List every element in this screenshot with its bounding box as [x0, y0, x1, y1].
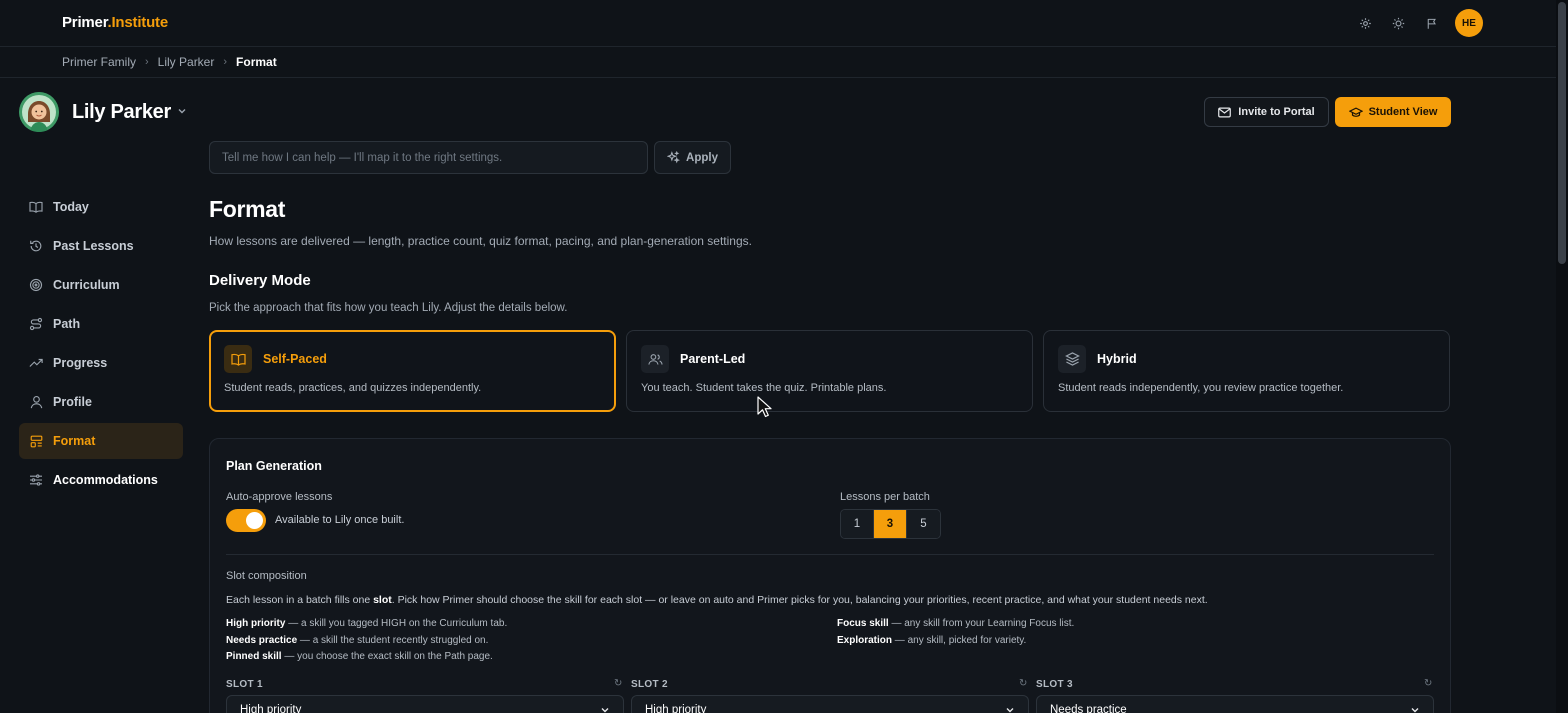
invite-to-portal-button[interactable]: Invite to Portal [1204, 97, 1329, 127]
legend-item: Exploration — any skill, picked for vari… [837, 634, 1027, 646]
sidebar-item-format[interactable]: Format [19, 423, 183, 459]
chevron-down-icon [1411, 708, 1419, 713]
mode-name: Hybrid [1097, 352, 1137, 366]
student-name: Lily Parker [72, 100, 171, 123]
user-avatar[interactable]: HE [1455, 9, 1483, 37]
plan-generation-title: Plan Generation [226, 459, 322, 473]
flag-icon[interactable] [1422, 14, 1441, 33]
mode-card-hybrid[interactable]: Hybrid Student reads independently, you … [1043, 330, 1450, 412]
mode-card-self-paced[interactable]: Self-Paced Student reads, practices, and… [209, 330, 616, 412]
slot-legend-right: Focus skill — any skill from your Learni… [837, 616, 1074, 649]
breadcrumb-student[interactable]: Lily Parker [158, 55, 215, 69]
target-icon [29, 278, 43, 292]
legend-item: Focus skill — any skill from your Learni… [837, 618, 1075, 629]
sidebar-item-progress[interactable]: Progress [19, 345, 183, 381]
route-icon [29, 317, 43, 331]
apply-button[interactable]: Apply [654, 141, 731, 174]
sparkles-icon [667, 151, 681, 164]
breadcrumb-current: Format [236, 55, 277, 69]
slot-1-select[interactable]: High priority [226, 695, 624, 713]
sidebar-item-today[interactable]: Today [19, 189, 183, 225]
legend-item: Needs practice — a skill the student rec… [226, 634, 489, 646]
assistant-input[interactable] [209, 141, 648, 174]
chevron-right-icon: › [223, 56, 228, 68]
sliders-icon [29, 473, 43, 487]
sidebar-nav: Today Past Lessons Curriculum Path Progr… [19, 189, 183, 501]
gear-icon[interactable] [1356, 14, 1375, 33]
slot-composition-description: Each lesson in a batch fills one slot. P… [226, 594, 1208, 606]
reset-icon[interactable]: ↻ [614, 678, 622, 689]
mode-name: Parent-Led [680, 352, 746, 366]
mail-icon [1218, 107, 1232, 117]
mode-description: Student reads, practices, and quizzes in… [224, 382, 482, 394]
batch-option-5[interactable]: 5 [907, 510, 940, 538]
open-book-icon [224, 345, 252, 373]
users-icon [641, 345, 669, 373]
logo[interactable]: Primer.Institute [62, 14, 168, 31]
page-title: Format [209, 196, 286, 222]
slot-2-select[interactable]: High priority [631, 695, 1029, 713]
breadcrumb: Primer Family › Lily Parker › Format [0, 47, 1556, 78]
sidebar-item-accommodations[interactable]: Accommodations [19, 462, 183, 498]
chevron-right-icon: › [145, 56, 149, 68]
scrollbar-thumb[interactable] [1558, 2, 1566, 264]
breadcrumb-family[interactable]: Primer Family [62, 55, 136, 69]
sidebar-item-curriculum[interactable]: Curriculum [19, 267, 183, 303]
student-view-button[interactable]: Student View [1335, 97, 1451, 127]
sidebar-item-path[interactable]: Path [19, 306, 183, 342]
student-avatar [19, 92, 59, 132]
layers-icon [1058, 345, 1086, 373]
lessons-per-batch-label: Lessons per batch [840, 491, 930, 503]
history-icon [29, 239, 43, 253]
slot-legend-left: High priority — a skill you tagged HIGH … [226, 616, 507, 666]
reset-icon[interactable]: ↻ [1424, 678, 1432, 689]
top-icons: HE [1356, 9, 1483, 37]
slot-3-label: SLOT 3 [1036, 679, 1073, 690]
chevron-down-icon [1006, 708, 1014, 713]
page-description: How lessons are delivered — length, prac… [209, 234, 752, 248]
auto-approve-toggle[interactable] [226, 509, 266, 532]
divider [226, 554, 1434, 555]
slot-composition-title: Slot composition [226, 570, 307, 582]
top-bar: Primer.Institute HE [0, 0, 1556, 47]
plan-generation-panel: Plan Generation Auto-approve lessons Ava… [209, 438, 1451, 713]
user-icon [29, 395, 43, 409]
legend-item: High priority — a skill you tagged HIGH … [226, 618, 508, 629]
slot-1-label: SLOT 1 [226, 679, 263, 690]
sidebar-item-profile[interactable]: Profile [19, 384, 183, 420]
chevron-down-icon [177, 106, 187, 119]
mouse-cursor-icon [757, 396, 773, 423]
delivery-mode-title: Delivery Mode [209, 272, 311, 289]
layout-icon [29, 434, 43, 448]
graduation-cap-icon [1348, 106, 1363, 117]
sidebar-item-past-lessons[interactable]: Past Lessons [19, 228, 183, 264]
auto-approve-label: Auto-approve lessons [226, 491, 333, 503]
student-switcher[interactable]: Lily Parker [19, 92, 187, 132]
book-icon [29, 200, 43, 214]
legend-item: Pinned skill — you choose the exact skil… [226, 651, 493, 662]
chevron-down-icon [601, 708, 609, 713]
sun-icon[interactable] [1389, 14, 1408, 33]
mode-name: Self-Paced [263, 352, 327, 366]
mode-card-parent-led[interactable]: Parent-Led You teach. Student takes the … [626, 330, 1033, 412]
mode-description: You teach. Student takes the quiz. Print… [641, 382, 887, 394]
reset-icon[interactable]: ↻ [1019, 678, 1027, 689]
lessons-per-batch-selector: 1 3 5 [840, 509, 941, 539]
batch-option-3[interactable]: 3 [874, 510, 907, 538]
mode-description: Student reads independently, you review … [1058, 382, 1344, 394]
slot-2-label: SLOT 2 [631, 679, 668, 690]
batch-option-1[interactable]: 1 [841, 510, 874, 538]
auto-approve-text: Available to Lily once built. [275, 514, 405, 526]
trend-up-icon [29, 356, 43, 370]
delivery-mode-description: Pick the approach that fits how you teac… [209, 302, 568, 314]
slot-3-select[interactable]: Needs practice [1036, 695, 1434, 713]
